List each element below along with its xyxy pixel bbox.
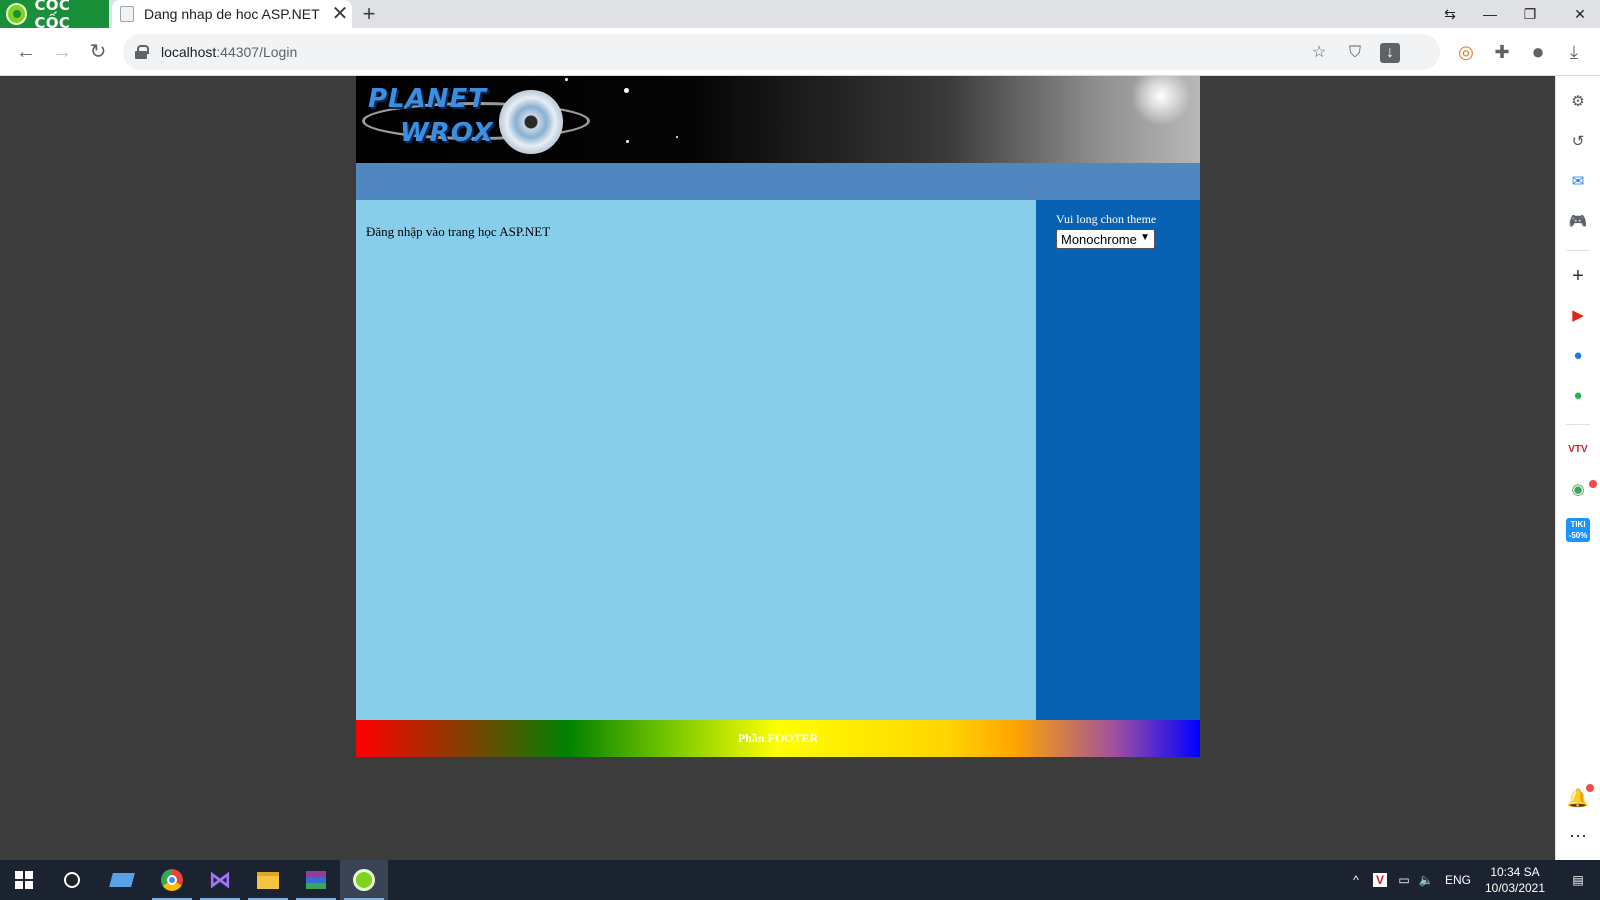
forward-button[interactable]: → <box>48 38 76 66</box>
logo-cd-disc-icon <box>499 90 563 154</box>
browser-tabbar: CỐC CỐC Dang nhap de hoc ASP.NET ✕ + ⇆ —… <box>0 0 1600 32</box>
theme-selected-value: Monochrome <box>1061 231 1137 247</box>
footer-text: Phần FOOTER <box>737 731 819 745</box>
theme-sidebar: Vui long chon theme Monochrome ▼ <box>1036 200 1200 720</box>
site-menu-bar <box>356 163 1200 200</box>
tab-title: Dang nhap de hoc ASP.NET <box>144 6 320 22</box>
messenger-icon[interactable]: ✉ <box>1566 170 1590 194</box>
site-body: Đăng nhập vào trang học ASP.NET Vui long… <box>356 200 1200 720</box>
banner-star <box>626 140 629 143</box>
notification-dot <box>1589 480 1597 488</box>
site-footer: Phần FOOTER <box>356 720 1200 757</box>
bell-notification-dot <box>1586 784 1594 792</box>
game-controller-icon[interactable]: 🎮 <box>1566 210 1590 234</box>
browser-tab[interactable]: Dang nhap de hoc ASP.NET ✕ <box>112 0 352 28</box>
reload-button[interactable]: ↻ <box>84 38 112 66</box>
close-window-button[interactable]: ✕ <box>1560 0 1600 28</box>
restore-window-button[interactable]: ❐ <box>1510 0 1550 28</box>
sidebar-divider <box>1566 424 1590 425</box>
address-bar[interactable]: localhost:44307/Login ☆ ⛉ ↓ <box>123 34 1440 70</box>
profile-avatar-icon[interactable]: ● <box>1526 40 1550 64</box>
youtube-icon[interactable]: ▶ <box>1566 304 1590 328</box>
windows-start-icon[interactable] <box>0 860 48 900</box>
new-tab-button[interactable]: + <box>358 0 380 28</box>
tiki-promo-icon[interactable]: TIKI -50% <box>1566 518 1590 542</box>
sidebar-divider <box>1566 250 1590 251</box>
browser-toolbar: ← → ↻ localhost:44307/Login ☆ ⛉ ↓ ◎ ✚ ● … <box>0 28 1600 76</box>
adblock-shield-icon[interactable]: ⛉ <box>1345 43 1365 63</box>
download-page-icon[interactable]: ↓ <box>1380 43 1400 63</box>
chevron-down-icon: ▼ <box>1140 232 1150 243</box>
theme-select-label: Vui long chon theme <box>1056 212 1157 226</box>
action-center-icon[interactable]: ▤ <box>1560 860 1596 900</box>
downloads-icon[interactable]: ⤓ <box>1562 40 1586 64</box>
main-content: Đăng nhập vào trang học ASP.NET <box>356 200 1036 720</box>
tiki-label: TIKI <box>1570 520 1586 529</box>
url-host: localhost <box>161 44 217 60</box>
volume-muted-icon[interactable]: 🔈 <box>1416 860 1436 900</box>
banner-star <box>624 88 629 93</box>
more-options-icon[interactable]: ⋯ <box>1566 824 1590 848</box>
network-icon[interactable]: ▭ <box>1394 860 1414 900</box>
visual-studio-icon[interactable]: ⋈ <box>196 860 244 900</box>
coccoc-taskbar-icon[interactable] <box>340 860 388 900</box>
banner-star <box>676 136 678 138</box>
login-heading-text: Đăng nhập vào trang học ASP.NET <box>366 224 551 239</box>
facebook-icon[interactable]: ● <box>1566 344 1590 368</box>
settings-gear-icon[interactable]: ⚙ <box>1566 90 1590 114</box>
coccoc-extension-icon[interactable]: ◎ <box>1454 40 1478 64</box>
planet-wrox-logo[interactable]: PLANET WROX <box>360 80 592 160</box>
lock-icon[interactable] <box>135 45 149 59</box>
logo-text-planet: PLANET <box>368 84 488 114</box>
search-icon[interactable] <box>48 860 96 900</box>
input-language[interactable]: ENG <box>1440 860 1476 900</box>
extensions-puzzle-icon[interactable]: ✚ <box>1490 40 1514 64</box>
file-explorer-icon[interactable] <box>244 860 292 900</box>
coccoc-map-icon[interactable]: ◉ <box>1566 478 1590 502</box>
spotify-icon[interactable]: ● <box>1566 384 1590 408</box>
chrome-app-icon[interactable] <box>148 860 196 900</box>
site-header-banner: PLANET WROX <box>356 76 1200 163</box>
vtv-go-icon[interactable]: VTV <box>1566 438 1590 462</box>
website-container: PLANET WROX Đăng nhập vào trang học ASP.… <box>356 76 1200 757</box>
bookmark-star-icon[interactable]: ☆ <box>1309 43 1329 63</box>
clock-date: 10/03/2021 <box>1484 881 1546 895</box>
tab-search-icon[interactable]: ⇆ <box>1430 0 1470 28</box>
back-button[interactable]: ← <box>12 38 40 66</box>
url-path: :44307/Login <box>216 44 298 60</box>
vietkey-icon[interactable]: V <box>1370 860 1390 900</box>
page-favicon-icon <box>120 6 134 22</box>
show-hidden-icons[interactable]: ^ <box>1346 860 1366 900</box>
logo-text-wrox: WROX <box>400 118 494 148</box>
close-tab-icon[interactable]: ✕ <box>328 0 352 28</box>
browser-sidebar: ⚙ ↺ ✉ 🎮 + ▶ ● ● VTV ◉ TIKI -50% 🔔 ⋯ <box>1555 76 1600 860</box>
system-clock[interactable]: 10:34 SA 10/03/2021 <box>1480 864 1550 896</box>
add-app-icon[interactable]: + <box>1566 264 1590 288</box>
coccoc-logo-icon <box>6 3 28 25</box>
laptop-app-icon[interactable] <box>98 860 146 900</box>
history-icon[interactable]: ↺ <box>1566 130 1590 154</box>
winrar-icon[interactable] <box>292 860 340 900</box>
tiki-discount: -50% <box>1568 531 1588 540</box>
minimize-window-button[interactable]: — <box>1470 0 1510 28</box>
theme-dropdown[interactable]: Monochrome ▼ <box>1056 229 1155 249</box>
clock-time: 10:34 SA <box>1490 865 1540 879</box>
browser-brand-menu[interactable]: CỐC CỐC <box>0 0 109 32</box>
windows-taskbar: ⋈ ^ V ▭ 🔈 ENG 10:34 SA 10/03/2021 ▤ <box>0 860 1600 900</box>
banner-light-flare <box>1131 76 1191 126</box>
